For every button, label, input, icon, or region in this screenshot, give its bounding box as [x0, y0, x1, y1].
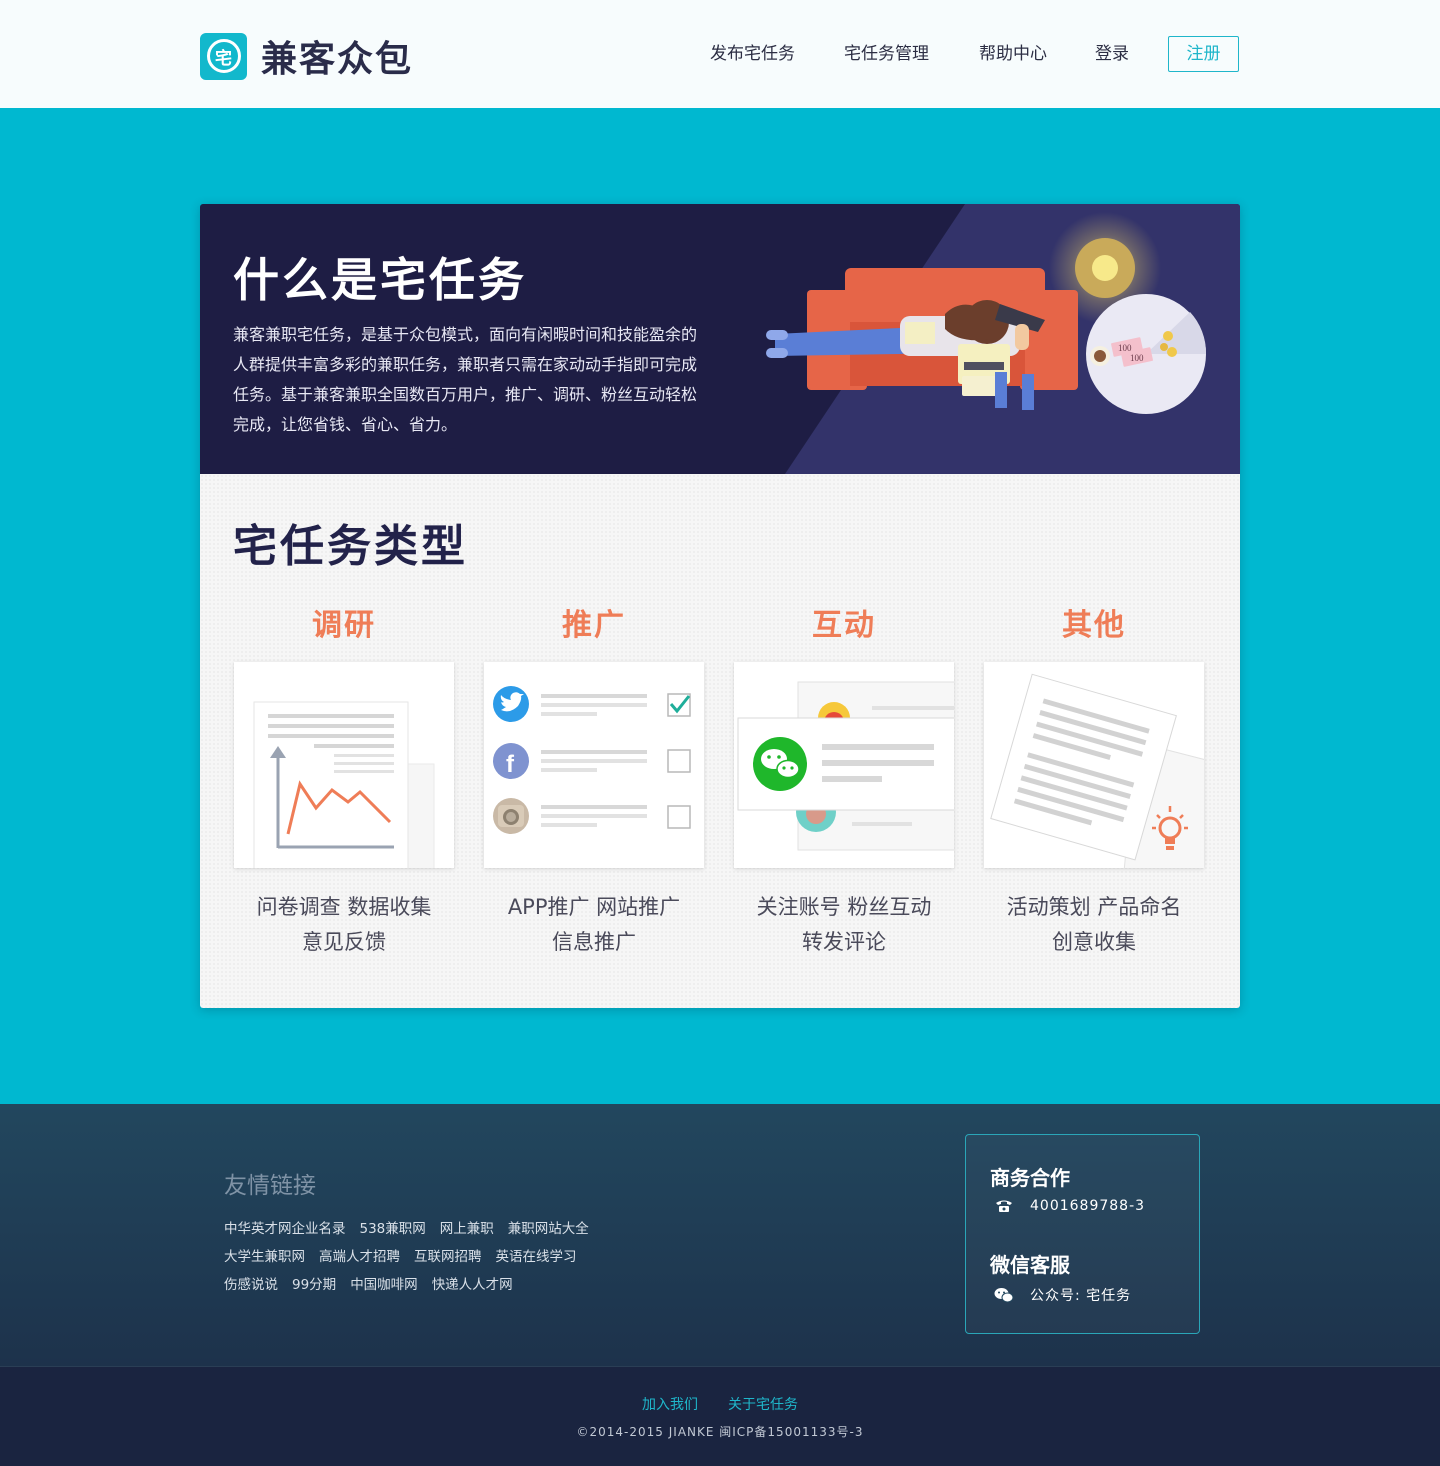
type-other-desc-line2: 创意收集: [1052, 930, 1136, 954]
phone-row: 4001689788-3: [994, 1198, 1145, 1214]
type-other-desc-line1: 活动策划 产品命名: [1006, 895, 1182, 919]
checkbox-checked-icon: [667, 693, 691, 717]
friend-link[interactable]: 伤感说说: [224, 1277, 278, 1293]
type-promotion-desc-line1: APP推广 网站推广: [507, 895, 681, 919]
footer-bottom-bar: [0, 1367, 1440, 1466]
type-promotion-desc: APP推广 网站推广 信息推广: [464, 890, 724, 960]
register-button[interactable]: 注册: [1168, 36, 1239, 72]
money-note-2: 100: [1130, 353, 1144, 363]
wechat-row: 公众号: 宅任务: [994, 1285, 1131, 1305]
friend-link[interactable]: 网上兼职: [440, 1221, 494, 1237]
logo-icon: 宅: [200, 32, 247, 80]
about-link[interactable]: 关于宅任务: [728, 1397, 798, 1413]
logo[interactable]: 宅 兼客众包: [200, 30, 413, 82]
friend-link[interactable]: 中华英才网企业名录: [224, 1221, 346, 1237]
checkbox-icon: [667, 749, 691, 773]
wechat-account: 公众号: 宅任务: [1030, 1288, 1132, 1304]
logo-text: 兼客众包: [261, 39, 414, 80]
nav-login[interactable]: 登录: [1095, 36, 1129, 72]
join-us-link[interactable]: 加入我们: [642, 1397, 698, 1413]
site-footer: 友情链接 中华英才网企业名录 538兼职网 网上兼职 兼职网站大全 大学生兼职网 高端人…: [0, 1104, 1440, 1466]
facebook-icon: f: [493, 743, 529, 779]
survey-illustration: [234, 662, 454, 868]
type-survey-desc-line1: 问卷调查 数据收集: [256, 895, 432, 919]
twitter-icon: [493, 686, 529, 722]
type-survey-desc-line2: 意见反馈: [302, 930, 386, 954]
contact-box: 商务合作 4001689788-3 微信客服 公众号: 宅任务: [965, 1134, 1200, 1334]
friend-links-row-1: 中华英才网企业名录 538兼职网 网上兼职 兼职网站大全: [224, 1217, 603, 1237]
type-interaction-name: 互动: [812, 608, 876, 643]
phone-icon: [994, 1199, 1014, 1213]
type-survey-name: 调研: [312, 608, 376, 643]
main-card: 什么是宅任务 兼客兼职宅任务，是基于众包模式，面向有闲暇时间和技能盈余的人群提供…: [200, 204, 1240, 1008]
promotion-illustration: f: [484, 662, 704, 868]
other-illustration: [984, 662, 1204, 868]
friend-links-title: 友情链接: [224, 1173, 316, 1199]
intro-banner: 什么是宅任务 兼客兼职宅任务，是基于众包模式，面向有闲暇时间和技能盈余的人群提供…: [200, 204, 1240, 474]
type-promotion-desc-line2: 信息推广: [552, 930, 636, 954]
friend-link[interactable]: 互联网招聘: [414, 1249, 482, 1265]
task-types-section: 宅任务类型 调研 问卷调查 数据收集 意见反馈 推广 f APP推广 网站推广 …: [200, 474, 1240, 1008]
friend-link[interactable]: 大学生兼职网: [224, 1249, 305, 1265]
type-promotion[interactable]: 推广 f APP推广 网站推广 信息推广: [484, 474, 704, 1008]
svg-text:f: f: [506, 751, 515, 778]
type-other-name: 其他: [1062, 608, 1126, 643]
wechat-small-icon: [994, 1287, 1014, 1303]
wechat-icon: [753, 737, 807, 791]
friend-link[interactable]: 高端人才招聘: [319, 1249, 400, 1265]
logo-char: 宅: [206, 39, 241, 73]
type-survey[interactable]: 调研 问卷调查 数据收集 意见反馈: [234, 474, 454, 1008]
phone-number: 4001689788-3: [1030, 1198, 1146, 1214]
friend-link[interactable]: 快递人人才网: [432, 1277, 513, 1293]
interaction-illustration: [734, 662, 954, 868]
friend-link[interactable]: 兼职网站大全: [508, 1221, 589, 1237]
friend-link[interactable]: 中国咖啡网: [350, 1277, 418, 1293]
person-on-sofa-illustration: 100 100: [766, 212, 1207, 414]
type-interaction-desc: 关注账号 粉丝互动 转发评论: [714, 890, 974, 960]
business-title: 商务合作: [990, 1166, 1070, 1190]
type-survey-desc: 问卷调查 数据收集 意见反馈: [214, 890, 474, 960]
nav-help-center[interactable]: 帮助中心: [979, 36, 1047, 72]
type-interaction[interactable]: 互动 关注账号 粉丝互动 转发评论: [734, 474, 954, 1008]
nav-task-management[interactable]: 宅任务管理: [844, 36, 929, 72]
copyright: ©2014-2015 JIANKE 闽ICP备15001133号-3: [576, 1425, 864, 1439]
friend-link[interactable]: 99分期: [292, 1277, 336, 1293]
friend-links-row-3: 伤感说说 99分期 中国咖啡网 快递人人才网: [224, 1273, 527, 1293]
nav-publish-task[interactable]: 发布宅任务: [710, 36, 795, 72]
type-promotion-name: 推广: [562, 608, 626, 643]
type-other[interactable]: 其他 活动策划 产品命名 创意收集: [984, 474, 1204, 1008]
bottom-links: 加入我们 关于宅任务: [0, 1394, 1440, 1414]
type-interaction-desc-line2: 转发评论: [802, 930, 886, 954]
chart-doc-icon: [253, 701, 435, 868]
site-header: 宅 兼客众包 发布宅任务 宅任务管理 帮助中心 登录 注册: [0, 0, 1440, 108]
instagram-icon: [493, 798, 529, 834]
wechat-title: 微信客服: [990, 1253, 1070, 1277]
friend-links-row-2: 大学生兼职网 高端人才招聘 互联网招聘 英语在线学习: [224, 1245, 591, 1265]
type-other-desc: 活动策划 产品命名 创意收集: [964, 890, 1224, 960]
type-interaction-desc-line1: 关注账号 粉丝互动: [756, 895, 932, 919]
friend-link[interactable]: 英语在线学习: [496, 1249, 577, 1265]
friend-link[interactable]: 538兼职网: [360, 1221, 426, 1237]
checkbox-icon: [667, 805, 691, 829]
money-note-1: 100: [1118, 343, 1132, 353]
